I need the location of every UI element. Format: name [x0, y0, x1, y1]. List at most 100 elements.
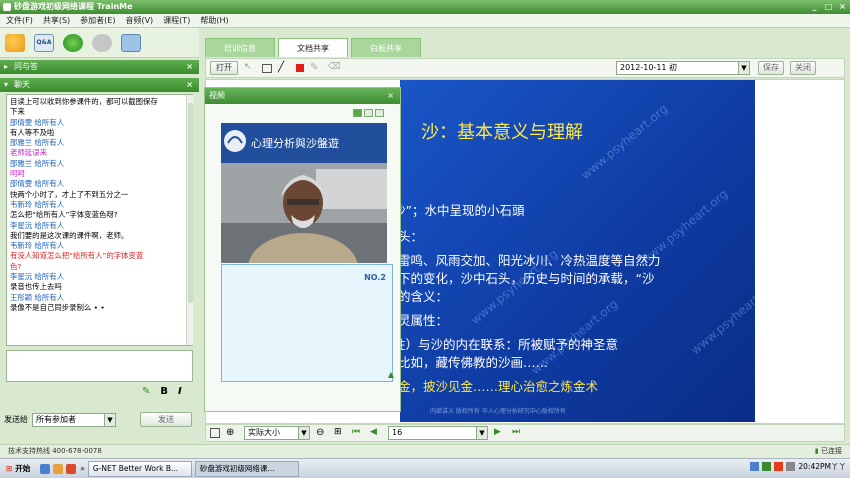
next-page-icon[interactable]: ▶: [494, 427, 506, 439]
slide-bullet: 金，披沙见金……理心治愈之炼金术: [400, 379, 599, 394]
pointer-icon[interactable]: ↖: [244, 62, 256, 74]
taskbar-item-gnet[interactable]: G-NET Better Work B...: [87, 460, 192, 477]
tray-icon[interactable]: [774, 462, 784, 471]
chat-message: 邵倩雯 给所有人: [10, 117, 65, 127]
chat-message: 怎么把“给所有人”字体变蓝色呀?: [10, 210, 118, 220]
title-bar: 砂盘游戏初级网络课程 TrainMe _ □ ×: [0, 0, 850, 14]
chat-scrollbar[interactable]: [186, 95, 193, 345]
close-icon[interactable]: ×: [186, 60, 193, 74]
bold-button[interactable]: B: [160, 386, 168, 397]
close-button[interactable]: 关闭: [790, 61, 816, 75]
slide-bullet: 比如，藏传佛教的沙画……: [400, 355, 549, 370]
quicklaunch-icon[interactable]: [66, 463, 77, 474]
chat-panel-header[interactable]: ▾ 聊天 ×: [0, 78, 199, 92]
slide-watermark: www.psyheart.org: [578, 101, 671, 183]
quicklaunch-icon[interactable]: [53, 463, 64, 474]
chat-message: 呵呵: [10, 169, 25, 179]
globe-icon[interactable]: [63, 33, 83, 52]
tray-icon[interactable]: [786, 462, 796, 471]
participants-panel-header[interactable]: ▸ 问与答 ×: [0, 60, 199, 74]
collapse-icon[interactable]: ▸: [4, 60, 8, 74]
minimize-button[interactable]: _: [809, 1, 820, 12]
layout-one-icon[interactable]: [353, 109, 362, 117]
screen-icon[interactable]: [121, 33, 141, 52]
rectangle-icon[interactable]: [262, 63, 272, 73]
tray-icon[interactable]: [762, 462, 772, 471]
close-icon[interactable]: ×: [186, 78, 193, 92]
tab-training-info[interactable]: 培训信息: [205, 38, 275, 57]
color-icon[interactable]: [296, 64, 304, 72]
zoom-icon[interactable]: ⊕: [226, 427, 238, 439]
fit-page-icon[interactable]: [210, 428, 220, 438]
slide-title: 沙：基本意义与理解: [421, 122, 583, 143]
highlighter-icon[interactable]: ✎: [310, 62, 322, 74]
participants-panel-title: 问与答: [14, 62, 38, 71]
chat-message: 录像不是自己同步录制么 • •: [10, 302, 105, 312]
scroll-up-icon[interactable]: ▲: [388, 370, 394, 379]
slide-bullet: 灵属性：: [400, 313, 449, 328]
italic-button[interactable]: I: [178, 386, 182, 397]
hotline-text: 技术支持热线 400-678-0078: [8, 447, 102, 455]
menu-share[interactable]: 共享(S): [43, 15, 70, 26]
close-icon[interactable]: ×: [387, 88, 394, 104]
tab-whiteboard[interactable]: 白板共享: [351, 38, 421, 57]
page-select[interactable]: 16 ▼: [388, 426, 488, 440]
chat-message: 老师延误来: [10, 148, 47, 158]
chevron-down-icon[interactable]: ▼: [104, 413, 115, 426]
menu-audio[interactable]: 音频(V): [125, 15, 153, 26]
menu-course[interactable]: 课程(T): [163, 15, 190, 26]
slide-bullet: 的含义：: [400, 289, 449, 304]
chat-input[interactable]: [6, 350, 193, 382]
close-window-button[interactable]: ×: [837, 1, 848, 12]
layout-two-icon[interactable]: [364, 109, 373, 117]
zoom-out-icon[interactable]: ⊖: [316, 427, 328, 439]
status-bar: 技术支持热线 400-678-0078 ▮ 已连接: [0, 444, 850, 458]
chat-message: 色?: [10, 261, 22, 271]
menu-help[interactable]: 帮助(H): [200, 15, 228, 26]
open-button[interactable]: 打开: [210, 61, 238, 75]
prev-page-icon[interactable]: ◀: [370, 427, 382, 439]
menu-participants[interactable]: 参加者(E): [80, 15, 115, 26]
users-icon[interactable]: [5, 33, 25, 52]
start-button[interactable]: ⊞ 开始: [0, 460, 36, 478]
taskbar-item-course[interactable]: 砂盘游戏初级网络课...: [194, 460, 299, 477]
chat-panel-title: 聊天: [14, 80, 30, 89]
date-value: 2012-10-11 初: [620, 63, 678, 72]
system-tray: 20:42PM丫丫: [750, 461, 846, 472]
chat-message: 快两个小时了，才上了不到五分之一: [10, 189, 129, 199]
send-row: 发送给 所有参加者 ▼ 发送: [4, 412, 192, 427]
eraser-icon[interactable]: ⌫: [328, 62, 341, 74]
chat-log[interactable]: 目读上可以收到你参课件的，都可以截图保存 下来 邵倩雯 给所有人 有人等不及啦 邵雅兰 …: [6, 94, 193, 346]
chevron-down-icon[interactable]: ▼: [476, 427, 487, 439]
date-select[interactable]: 2012-10-11 初 ▼: [616, 61, 750, 75]
slide-watermark: www.psyheart.org: [638, 186, 731, 268]
line-icon[interactable]: ╱: [278, 62, 290, 74]
last-page-icon[interactable]: ⏭: [512, 427, 524, 439]
tray-icon[interactable]: [750, 462, 760, 471]
recipient-select[interactable]: 所有参加者 ▼: [32, 412, 116, 427]
collapse-icon[interactable]: ▾: [4, 78, 8, 92]
first-page-icon[interactable]: ⏮: [352, 427, 364, 439]
chat-message: 有人等不及啦: [10, 127, 55, 137]
scroll-thumb[interactable]: [188, 103, 193, 303]
quicklaunch-icon[interactable]: [40, 463, 51, 474]
maximize-button[interactable]: □: [823, 1, 834, 12]
video-slot-2[interactable]: NO.2 ▲: [221, 264, 394, 382]
chevron-down-icon[interactable]: ▼: [298, 427, 309, 439]
slide-view: 沙：基本意义与理解 内部讲义 版权所有 华人心理分析研究中心版权所有 ）：少為沙…: [400, 80, 755, 422]
layout-four-icon[interactable]: [375, 109, 384, 117]
tab-document-share[interactable]: 文档共享: [278, 38, 348, 57]
qa-icon[interactable]: Q&A: [34, 33, 54, 52]
chevron-down-icon[interactable]: ▼: [738, 62, 749, 74]
slot-number: NO.2: [364, 273, 386, 282]
overflow-icon[interactable]: »: [80, 464, 85, 473]
app-window: 砂盘游戏初级网络课程 TrainMe _ □ × 文件(F) 共享(S) 参加者…: [0, 0, 850, 478]
zoom-select[interactable]: 实际大小 ▼: [244, 426, 310, 440]
pen-icon[interactable]: ✎: [142, 386, 150, 397]
disk-icon[interactable]: [92, 33, 112, 52]
save-button[interactable]: 保存: [758, 61, 784, 75]
page-navigation: ⊕ 实际大小 ▼ ⊖ ⊞ ⏮ ◀ 16 ▼ ▶ ⏭: [205, 424, 845, 442]
fit-width-icon[interactable]: ⊞: [334, 427, 346, 439]
send-button[interactable]: 发送: [140, 412, 192, 427]
menu-file[interactable]: 文件(F): [6, 15, 33, 26]
